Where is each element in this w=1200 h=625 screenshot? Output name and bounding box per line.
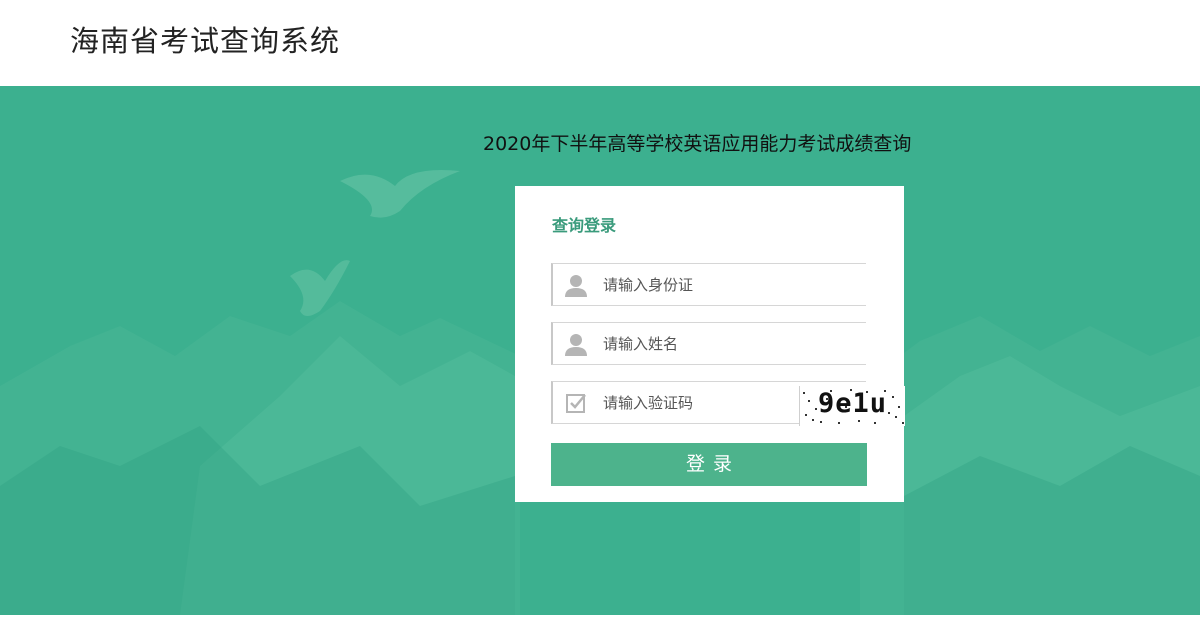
name-input[interactable]	[603, 331, 753, 357]
site-title: 海南省考试查询系统	[70, 24, 341, 58]
captcha-text: 9e1u	[818, 388, 888, 419]
captcha-field: 9e1u	[551, 381, 905, 426]
name-field	[551, 322, 866, 365]
captcha-input[interactable]	[603, 390, 753, 416]
banner: 2020年下半年高等学校英语应用能力考试成绩查询 查询登录 请输入身份证 请输入…	[0, 86, 1200, 615]
header: 海南省考试查询系统	[0, 0, 1200, 86]
id-card-input[interactable]	[603, 272, 753, 298]
card-title: 查询登录	[552, 216, 617, 235]
user-icon	[565, 334, 587, 356]
login-button[interactable]: 登录	[551, 443, 867, 486]
exam-title: 2020年下半年高等学校英语应用能力考试成绩查询	[483, 133, 912, 155]
login-card: 查询登录 请输入身份证 请输入姓名 请输入验证码 9e1u 登录	[515, 186, 905, 502]
user-icon	[565, 275, 587, 297]
captcha-image[interactable]: 9e1u	[799, 386, 905, 426]
checkbox-icon	[566, 394, 586, 413]
id-card-field	[551, 263, 866, 306]
